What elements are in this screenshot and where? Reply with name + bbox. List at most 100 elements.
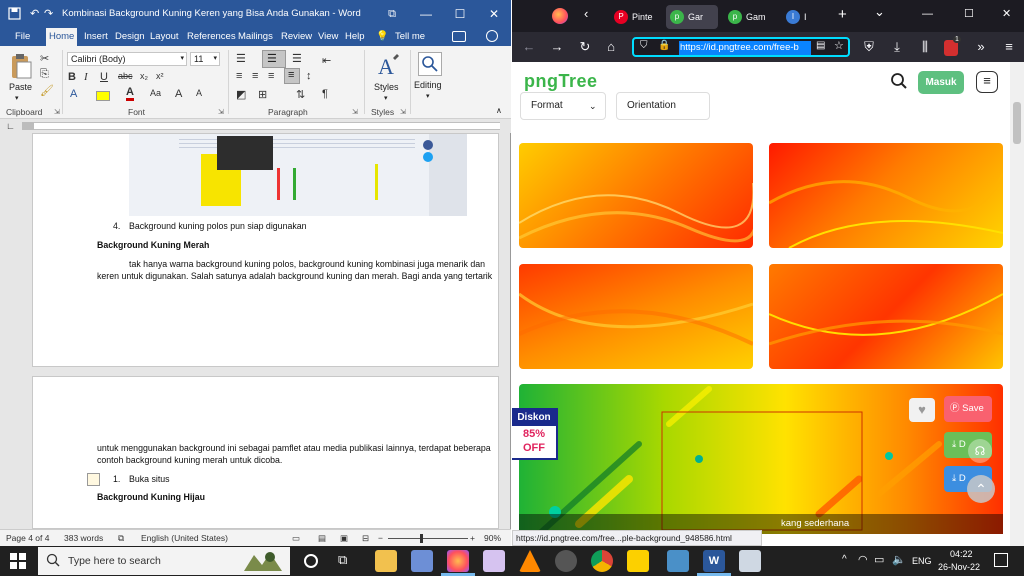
downloads-icon[interactable]: ⤓: [888, 38, 906, 56]
line-spacing-icon[interactable]: ↕: [306, 70, 312, 82]
tab-file[interactable]: File: [12, 28, 33, 46]
image-card[interactable]: [519, 143, 753, 248]
clock-date[interactable]: 26-Nov-22: [938, 562, 980, 572]
tab-references[interactable]: References: [184, 28, 239, 46]
image-card[interactable]: [769, 143, 1003, 248]
paste-dropdown-icon[interactable]: ▾: [15, 94, 19, 102]
battery-icon[interactable]: ▭: [874, 553, 884, 566]
sticky-notes-icon[interactable]: [627, 550, 649, 572]
justify-button[interactable]: ≡: [284, 68, 300, 84]
align-right-icon[interactable]: ≡: [268, 70, 274, 82]
word-count[interactable]: 383 words: [64, 533, 103, 543]
redo-icon[interactable]: ↷: [44, 7, 53, 20]
vlc-icon[interactable]: [519, 550, 541, 572]
font-name-box[interactable]: Calibri (Body) ▾: [67, 52, 187, 66]
new-tab-button[interactable]: +: [838, 6, 847, 23]
proofing-icon[interactable]: ⧉: [118, 533, 124, 544]
zoom-in-icon[interactable]: +: [470, 533, 475, 543]
paste-options-icon[interactable]: [87, 473, 100, 486]
tell-me-search[interactable]: Tell me: [392, 28, 428, 46]
focus-icon[interactable]: ▭: [292, 533, 300, 544]
zoom-slider-thumb[interactable]: [420, 534, 423, 543]
chrome-icon[interactable]: [591, 550, 613, 572]
support-chat-icon[interactable]: ☊: [968, 439, 992, 463]
volume-icon[interactable]: 🔈: [892, 553, 906, 566]
media-app-icon[interactable]: [555, 550, 577, 572]
tab-selector-icon[interactable]: ∟: [6, 121, 15, 131]
paragraph-launcher-icon[interactable]: ⇲: [352, 108, 358, 116]
cut-icon[interactable]: ✂: [40, 52, 49, 65]
superscript-icon[interactable]: x²: [156, 71, 164, 81]
tab-scroll-left-icon[interactable]: ‹: [584, 6, 588, 21]
notifications-icon[interactable]: [994, 553, 1008, 567]
format-painter-icon[interactable]: 🖌: [40, 84, 54, 97]
web-layout-icon[interactable]: ⊟: [362, 533, 369, 544]
close-button[interactable]: ✕: [477, 0, 511, 28]
styles-icon[interactable]: A: [376, 52, 400, 80]
document-page[interactable]: untuk menggunakan background ini sebagai…: [32, 376, 499, 529]
align-center-icon[interactable]: ≡: [252, 70, 258, 82]
italic-icon[interactable]: I: [84, 71, 88, 83]
tab-layout[interactable]: Layout: [147, 28, 182, 46]
tab-help[interactable]: Help: [342, 28, 368, 46]
discount-badge[interactable]: Diskon 85% OFF: [512, 408, 558, 460]
grow-font-icon[interactable]: A: [175, 88, 182, 100]
tab-mailings[interactable]: Mailings: [235, 28, 276, 46]
font-color-icon[interactable]: A: [126, 86, 134, 101]
pocket-icon[interactable]: ⛨: [860, 38, 878, 56]
shield-icon[interactable]: ⛉: [640, 40, 648, 51]
word-icon[interactable]: W: [703, 550, 725, 572]
account-icon[interactable]: [486, 30, 498, 42]
collapse-ribbon-icon[interactable]: ∧: [496, 106, 502, 115]
numbering-button[interactable]: ☰: [262, 50, 286, 68]
tab-review[interactable]: Review: [278, 28, 315, 46]
cortana-icon[interactable]: [304, 554, 318, 568]
zoom-level[interactable]: 90%: [484, 533, 501, 543]
scrollbar-thumb[interactable]: [1013, 102, 1021, 144]
comments-icon[interactable]: [452, 31, 466, 42]
change-case-icon[interactable]: Aa: [150, 88, 161, 98]
copy-icon[interactable]: ⎘: [40, 68, 49, 81]
url-bar[interactable]: ⛉ 🔒 https://id.pngtree.com/free-b ▤ ☆: [632, 37, 850, 57]
scroll-to-top-icon[interactable]: ⌃: [967, 475, 995, 503]
favorite-heart-icon[interactable]: ♥: [909, 398, 935, 422]
pngtree-logo[interactable]: pngTree: [524, 71, 598, 92]
tab-design[interactable]: Design: [112, 28, 148, 46]
maximize-button[interactable]: ☐: [443, 0, 477, 28]
start-button[interactable]: [0, 546, 36, 576]
search-icon[interactable]: [890, 72, 908, 90]
text-effects-icon[interactable]: A: [70, 88, 77, 100]
editing-button[interactable]: Editing: [414, 80, 442, 90]
editing-dropdown-icon[interactable]: ▾: [426, 92, 430, 100]
paint-3d-icon[interactable]: [483, 550, 505, 572]
strikethrough-icon[interactable]: abc: [118, 71, 133, 81]
styles-button[interactable]: Styles: [374, 82, 399, 92]
tab-insert[interactable]: Insert: [81, 28, 111, 46]
sort-icon[interactable]: ⇅: [296, 88, 305, 101]
tab-pngtree-active[interactable]: p Gar: [666, 5, 718, 29]
tab-pinterest[interactable]: P Pinte: [610, 5, 662, 29]
input-language[interactable]: ENG: [912, 556, 932, 566]
paint-icon[interactable]: [411, 550, 433, 572]
highlight-icon[interactable]: [96, 91, 110, 101]
print-layout-icon[interactable]: ▣: [340, 533, 348, 544]
styles-dropdown-icon[interactable]: ▾: [384, 94, 388, 102]
tab-other[interactable]: II: [782, 5, 828, 29]
clock-time[interactable]: 04:22: [950, 549, 973, 559]
tab-home[interactable]: Home: [46, 28, 78, 46]
font-launcher-icon[interactable]: ⇲: [218, 108, 224, 116]
bold-icon[interactable]: B: [68, 71, 76, 83]
styles-launcher-icon[interactable]: ⇲: [400, 108, 406, 116]
ff-minimize-button[interactable]: —: [922, 8, 933, 20]
reader-view-icon[interactable]: ▤: [816, 40, 825, 51]
lock-icon[interactable]: 🔒: [658, 40, 670, 51]
app-icon[interactable]: [739, 550, 761, 572]
align-left-icon[interactable]: ≡: [236, 70, 242, 82]
list-all-tabs-button[interactable]: ⌄: [874, 4, 885, 20]
image-card[interactable]: [519, 264, 753, 369]
ruler-track[interactable]: [22, 122, 500, 130]
firefox-icon[interactable]: [447, 550, 469, 572]
url-text[interactable]: https://id.pngtree.com/free-b: [679, 41, 811, 55]
forward-icon[interactable]: →: [548, 38, 566, 56]
login-button[interactable]: Masuk: [918, 71, 964, 94]
